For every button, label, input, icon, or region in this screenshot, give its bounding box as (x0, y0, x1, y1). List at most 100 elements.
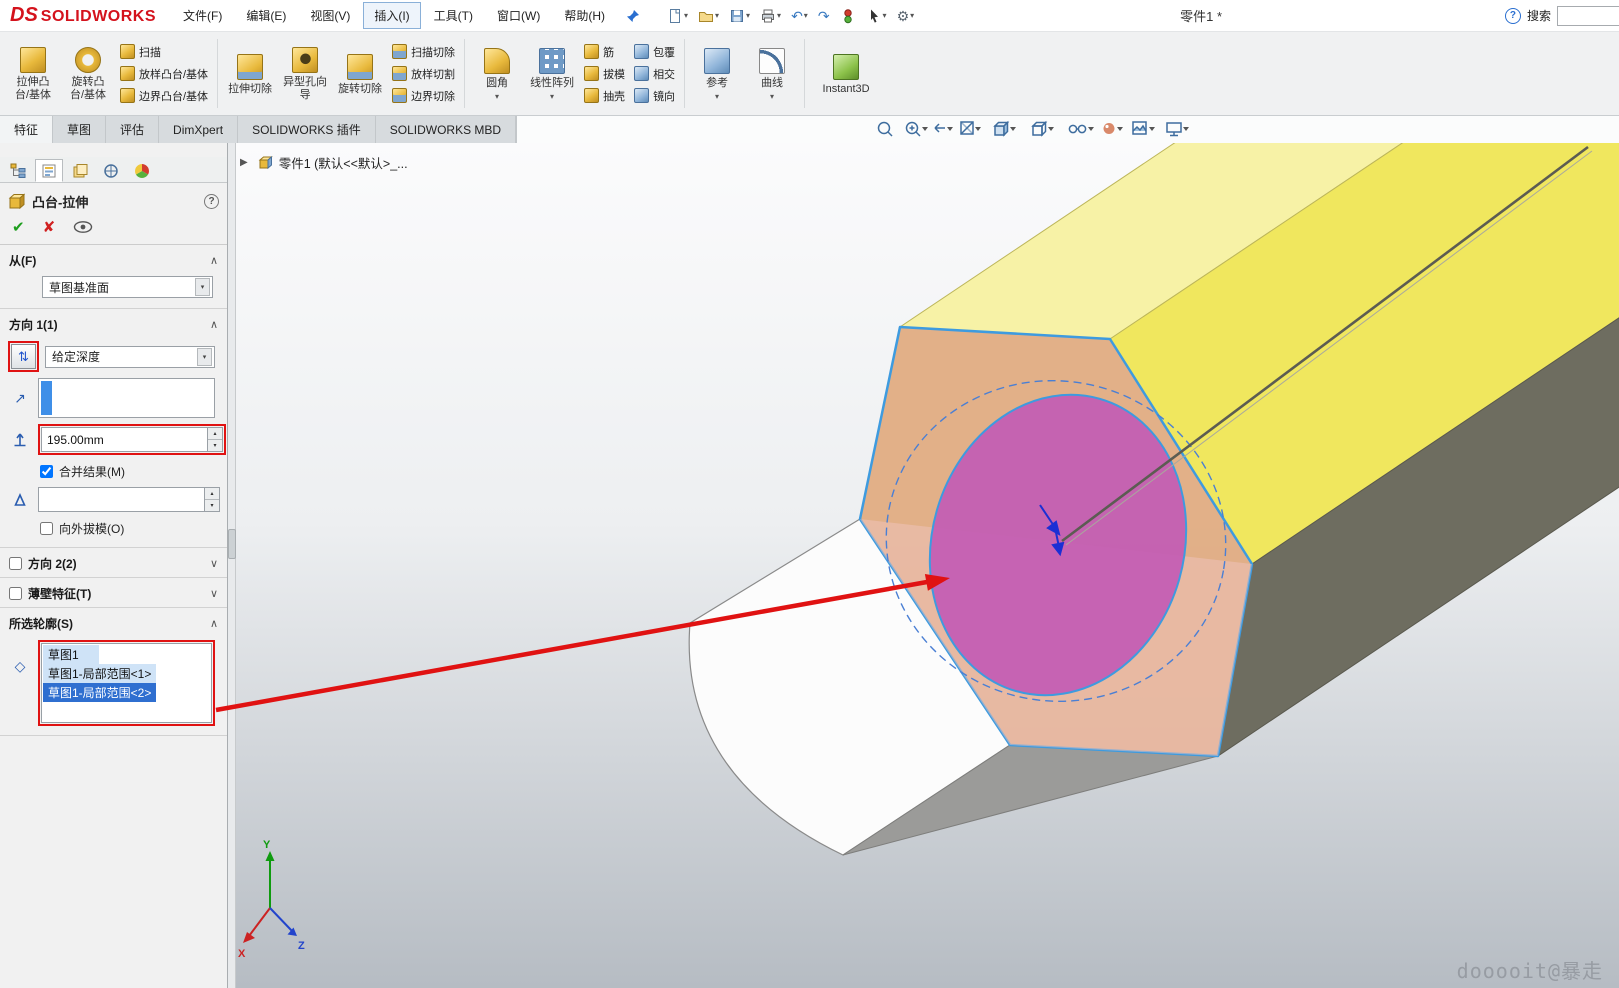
draft-button[interactable]: 拔模 (581, 65, 628, 83)
display-style-icon[interactable] (1033, 123, 1046, 136)
property-manager-tab[interactable] (35, 159, 63, 182)
hide-show-items-icon[interactable] (1069, 125, 1085, 132)
rib-button[interactable]: 筋 (581, 43, 628, 61)
draft-spinner[interactable]: ▴ ▾ (204, 487, 220, 512)
reverse-direction-button[interactable]: ⇅ (11, 344, 36, 369)
section-view-icon[interactable] (961, 122, 973, 134)
view-orientation-icon[interactable] (995, 123, 1008, 136)
options-gear-button[interactable]: ⚙ ▾ (894, 7, 918, 25)
direction2-checkbox[interactable] (9, 557, 22, 570)
save-button[interactable]: ▾ (726, 6, 753, 26)
shell-button[interactable]: 抽壳 (581, 87, 628, 105)
scene-canvas[interactable]: Y X Z (236, 143, 1619, 988)
contour-selection-list[interactable]: 草图1 草图1-局部范围<1> 草图1-局部范围<2> (41, 643, 212, 723)
graphics-viewport[interactable]: Y X Z ▶ 零件1 (默认<<默认>_... dooooit@暴走 (236, 143, 1619, 988)
new-document-button[interactable]: ▾ (664, 6, 691, 26)
cancel-button[interactable]: ✘ (43, 218, 56, 236)
depth-input[interactable] (41, 427, 207, 452)
tab-solidworks-mbd[interactable]: SOLIDWORKS MBD (376, 116, 516, 143)
depth-spinner[interactable]: ▴ ▾ (207, 427, 223, 452)
edit-appearance-icon[interactable] (1104, 123, 1115, 134)
fillet-button[interactable]: 圆角 ▾ (471, 44, 523, 103)
configuration-manager-tab[interactable] (66, 159, 94, 182)
tab-solidworks-addins[interactable]: SOLIDWORKS 插件 (238, 116, 376, 143)
spin-up-icon[interactable]: ▴ (208, 428, 222, 439)
direction1-header[interactable]: 方向 1(1) ∧ (0, 309, 227, 338)
swept-boss-button[interactable]: 扫描 (117, 43, 211, 61)
previous-view-icon[interactable] (935, 124, 945, 132)
spin-up-icon[interactable]: ▴ (205, 488, 219, 499)
thin-feature-header[interactable]: 薄壁特征(T) ∨ (0, 578, 227, 607)
menu-tools[interactable]: 工具(T) (423, 2, 484, 29)
tab-dimxpert[interactable]: DimXpert (159, 116, 238, 143)
lofted-cut-button[interactable]: 放样切割 (389, 65, 458, 83)
apply-scene-icon[interactable] (1133, 122, 1146, 134)
select-cursor-button[interactable]: ▾ (863, 6, 890, 26)
zoom-fit-icon[interactable] (879, 123, 893, 137)
splitter-grip[interactable] (228, 529, 236, 559)
hole-wizard-button[interactable]: 异型孔向导 (279, 43, 331, 103)
mirror-button[interactable]: 镜向 (631, 87, 678, 105)
boundary-boss-button[interactable]: 边界凸台/基体 (117, 87, 211, 105)
preview-eye-button[interactable] (73, 220, 93, 234)
feature-manager-tab[interactable] (4, 159, 32, 182)
wrap-button[interactable]: 包覆 (631, 43, 678, 61)
direction2-header[interactable]: 方向 2(2) ∨ (0, 548, 227, 577)
spin-down-icon[interactable]: ▾ (205, 499, 219, 511)
draft-outward-checkbox[interactable] (40, 522, 53, 535)
zoom-area-icon[interactable] (907, 123, 921, 137)
menu-view[interactable]: 视图(V) (299, 2, 361, 29)
lofted-boss-button[interactable]: 放样凸台/基体 (117, 65, 211, 83)
from-section-header[interactable]: 从(F) ∧ (0, 245, 227, 274)
list-item[interactable]: 草图1 (43, 645, 99, 664)
revolved-boss-button[interactable]: 旋转凸台/基体 (62, 43, 114, 103)
reference-geometry-button[interactable]: 参考 ▾ (691, 44, 743, 103)
dimxpert-manager-tab[interactable] (97, 159, 125, 182)
revolved-cut-button[interactable]: 旋转切除 (334, 50, 386, 98)
curves-button[interactable]: 曲线 ▾ (746, 44, 798, 103)
linear-pattern-button[interactable]: 线性阵列 ▾ (526, 44, 578, 103)
tree-item-label[interactable]: 零件1 (默认<<默认>_... (279, 153, 408, 172)
from-dropdown[interactable]: 草图基准面 ▾ (42, 276, 213, 298)
flyout-arrow-icon[interactable]: ▶ (240, 157, 248, 168)
print-button[interactable]: ▾ (757, 6, 784, 26)
undo-button[interactable]: ↶ ▾ (788, 7, 811, 25)
tab-evaluate[interactable]: 评估 (106, 116, 159, 143)
merge-result-checkbox[interactable] (40, 465, 53, 478)
boundary-cut-button[interactable]: 边界切除 (389, 87, 458, 105)
extruded-boss-button[interactable]: 拉伸凸台/基体 (7, 43, 59, 103)
heads-up-view-toolbar[interactable] (875, 118, 1205, 142)
tab-features[interactable]: 特征 (0, 116, 53, 143)
list-item[interactable]: 草图1-局部范围<2> (43, 683, 156, 702)
menu-file[interactable]: 文件(F) (172, 2, 233, 29)
instant3d-button[interactable]: Instant3D (811, 50, 881, 98)
menu-window[interactable]: 窗口(W) (486, 2, 551, 29)
extruded-cut-button[interactable]: 拉伸切除 (224, 50, 276, 98)
end-condition-dropdown[interactable]: 给定深度 ▾ (45, 346, 215, 368)
rebuild-button[interactable] (837, 6, 859, 26)
spin-down-icon[interactable]: ▾ (208, 439, 222, 451)
redo-button[interactable]: ↷ (815, 7, 833, 25)
display-manager-tab[interactable] (128, 159, 156, 182)
search-input[interactable] (1557, 6, 1619, 26)
ok-button[interactable]: ✔ (12, 218, 25, 236)
thin-feature-checkbox[interactable] (9, 587, 22, 600)
direction-reference-box[interactable] (38, 378, 215, 418)
intersect-button[interactable]: 相交 (631, 65, 678, 83)
view-settings-icon[interactable] (1167, 123, 1181, 136)
help-icon[interactable]: ? (204, 194, 219, 209)
help-question-icon[interactable]: ? (1505, 8, 1521, 24)
menu-edit[interactable]: 编辑(E) (235, 2, 297, 29)
menu-pin-icon[interactable] (626, 9, 640, 23)
sweep-icon (120, 44, 135, 59)
menu-insert[interactable]: 插入(I) (363, 2, 420, 29)
panel-splitter[interactable] (228, 143, 236, 988)
flyout-feature-tree[interactable]: ▶ 零件1 (默认<<默认>_... (240, 153, 408, 172)
selected-contours-header[interactable]: 所选轮廓(S) ∧ (0, 608, 227, 637)
open-button[interactable]: ▾ (695, 6, 722, 26)
draft-angle-input[interactable] (38, 487, 204, 512)
menu-help[interactable]: 帮助(H) (553, 2, 616, 29)
swept-cut-button[interactable]: 扫描切除 (389, 43, 458, 61)
list-item[interactable]: 草图1-局部范围<1> (43, 664, 156, 683)
tab-sketch[interactable]: 草图 (53, 116, 106, 143)
